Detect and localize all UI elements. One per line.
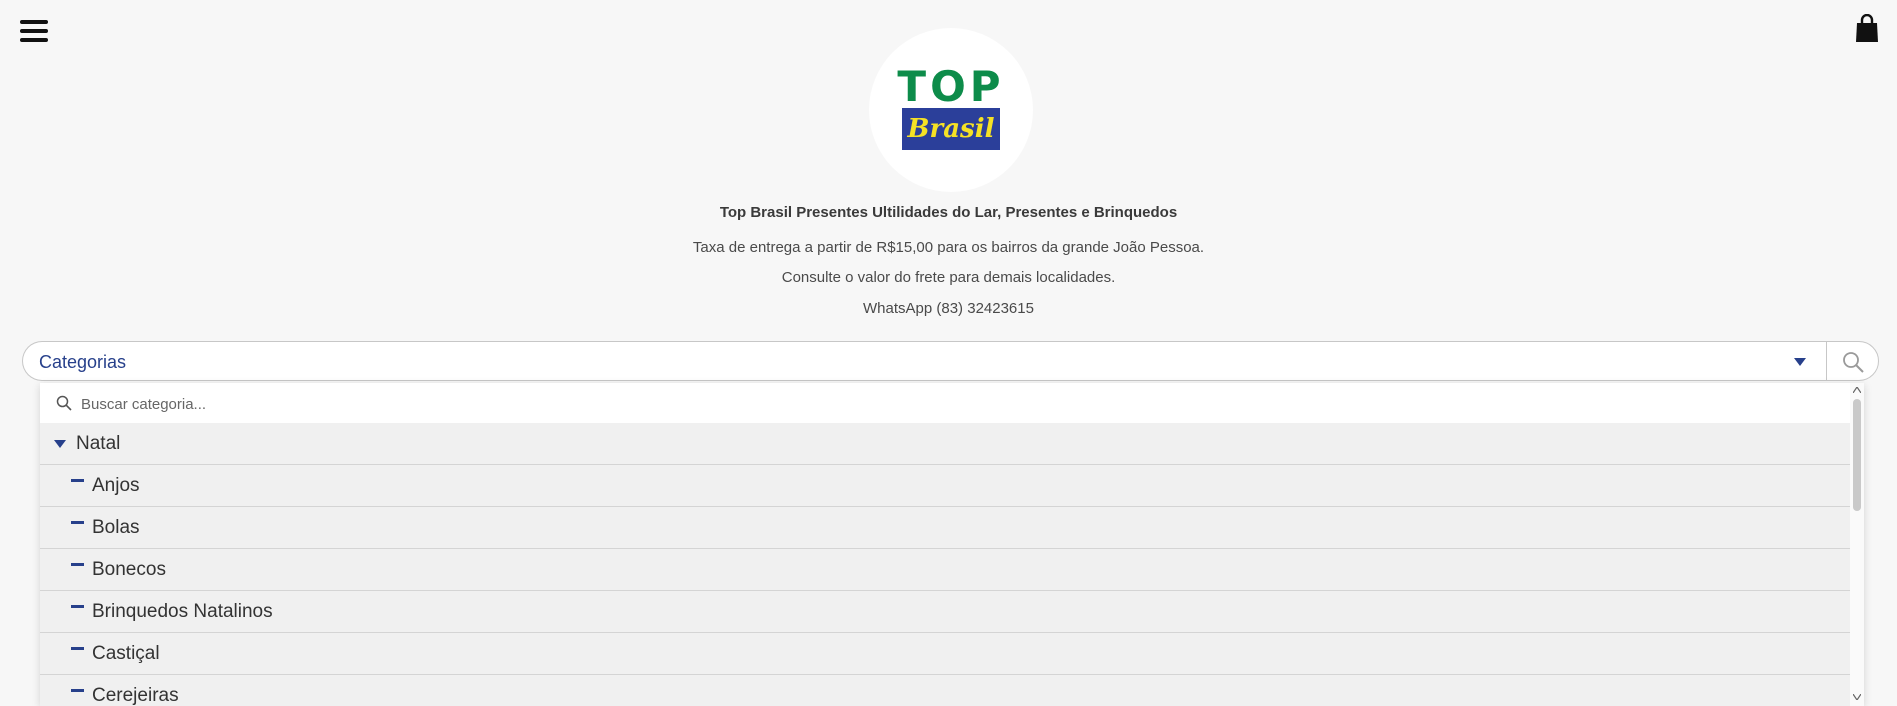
store-logo: TOP Brasil: [869, 28, 1033, 192]
category-item[interactable]: Bolas: [40, 507, 1850, 549]
search-icon: [1843, 352, 1864, 373]
logo-top-text: TOP: [897, 62, 1005, 111]
cart-button[interactable]: [1854, 13, 1880, 44]
category-label: Bolas: [92, 517, 140, 538]
scroll-down-arrow-icon[interactable]: [1853, 694, 1861, 700]
logo-brasil-text: Brasil: [907, 114, 995, 144]
category-item[interactable]: Brinquedos Natalinos: [40, 591, 1850, 633]
store-title: Top Brasil Presentes Ultilidades do Lar,…: [719, 204, 1178, 221]
menu-button[interactable]: [20, 20, 48, 44]
shopping-bag-icon: [1856, 13, 1878, 42]
category-group-item[interactable]: Natal: [40, 423, 1850, 465]
category-label: Natal: [76, 433, 121, 454]
dash-icon: [71, 563, 84, 566]
caret-down-icon: [54, 440, 66, 448]
delivery-info: Taxa de entrega a partir de R$15,00 para…: [692, 239, 1205, 256]
scroll-up-arrow-icon[interactable]: [1853, 387, 1861, 393]
dash-icon: [71, 605, 84, 608]
category-select[interactable]: Categorias: [22, 341, 1826, 381]
dash-icon: [71, 521, 84, 524]
category-list: Natal Anjos Bolas Bonecos Brinquedos Natalin…: [40, 423, 1850, 706]
dash-icon: [71, 689, 84, 692]
category-search-box: [40, 383, 1850, 423]
dash-icon: [71, 479, 84, 482]
category-label: Brinquedos Natalinos: [92, 601, 273, 622]
category-label: Castiçal: [92, 643, 160, 664]
category-dropdown: Natal Anjos Bolas Bonecos Brinquedos Natalin…: [40, 383, 1864, 706]
freight-info: Consulte o valor do frete para demais lo…: [781, 269, 1116, 286]
hamburger-menu-icon-bar: [20, 29, 48, 33]
category-label: Anjos: [92, 475, 140, 496]
caret-down-icon: [1794, 358, 1806, 366]
hamburger-menu-icon-bar: [20, 38, 48, 42]
whatsapp-info: WhatsApp (83) 32423615: [863, 300, 1034, 317]
category-label: Cerejeiras: [92, 685, 179, 706]
search-icon: [56, 395, 72, 411]
category-item[interactable]: Bonecos: [40, 549, 1850, 591]
scrollbar-thumb[interactable]: [1853, 399, 1861, 511]
category-item[interactable]: Castiçal: [40, 633, 1850, 675]
search-button[interactable]: [1826, 341, 1879, 381]
category-search-input[interactable]: [79, 391, 1783, 417]
category-label: Bonecos: [92, 559, 166, 580]
dash-icon: [71, 647, 84, 650]
logo-brasil-box: Brasil: [902, 108, 1000, 150]
hamburger-menu-icon: [20, 20, 48, 24]
category-select-label: Categorias: [39, 352, 127, 372]
category-item[interactable]: Anjos: [40, 465, 1850, 507]
category-item[interactable]: Cerejeiras: [40, 675, 1850, 706]
dropdown-scrollbar[interactable]: [1850, 383, 1864, 706]
